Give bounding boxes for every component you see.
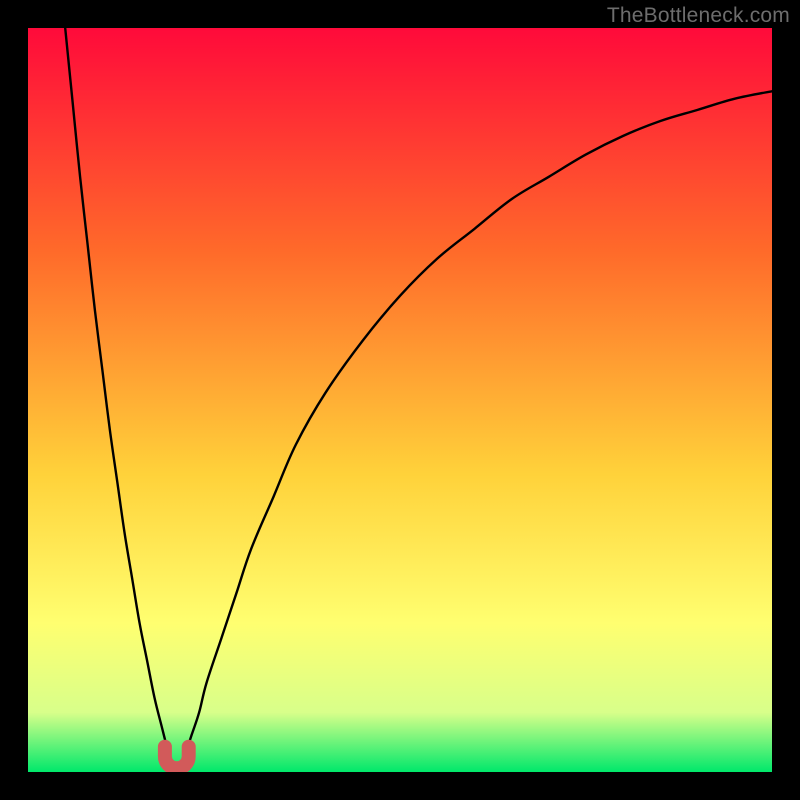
chart-frame: [28, 28, 772, 772]
gradient-background: [28, 28, 772, 772]
bottleneck-chart: [28, 28, 772, 772]
watermark-text: TheBottleneck.com: [607, 4, 790, 28]
